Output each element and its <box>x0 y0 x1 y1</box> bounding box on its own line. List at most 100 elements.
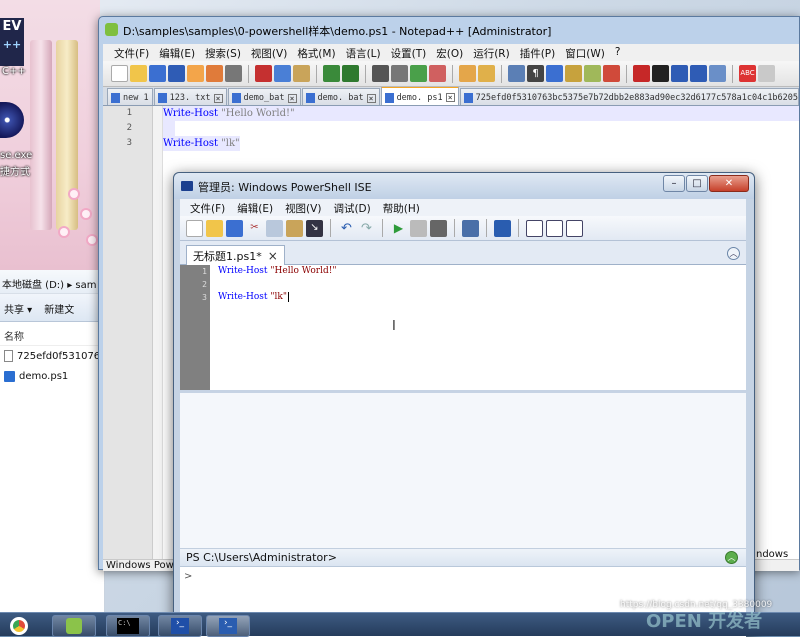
desktop-icon-label[interactable]: se.exe <box>0 150 32 161</box>
share-button[interactable]: 共享 ▾ <box>4 301 32 316</box>
cut-icon[interactable]: ✂ <box>246 220 263 237</box>
layout-top-icon[interactable] <box>526 219 543 237</box>
new-file-icon[interactable] <box>111 65 128 82</box>
menu-debug[interactable]: 调试(D) <box>327 199 376 216</box>
doc-map-icon[interactable] <box>565 65 582 82</box>
taskbar-button-powershell[interactable]: ›_ <box>158 615 202 637</box>
ise-script-pane[interactable]: 1 2 3 Write-Host "Hello World!" Write-Ho… <box>180 265 746 393</box>
show-all-chars-icon[interactable]: ¶ <box>527 65 544 82</box>
new-file-icon[interactable] <box>186 219 203 237</box>
command-input[interactable]: > <box>184 571 192 582</box>
close-icon[interactable]: ✕ <box>709 175 749 192</box>
tab-new-1[interactable]: new 1 <box>107 88 153 105</box>
close-tab-icon[interactable]: × <box>445 93 455 102</box>
column-header-name[interactable]: 名称 <box>0 322 104 346</box>
tab-demo-bat[interactable]: demo_bat × <box>227 88 301 105</box>
devcpp-icon[interactable]: EV ++ <box>0 18 24 66</box>
zoom-out-icon[interactable] <box>429 65 446 82</box>
tab-123-txt[interactable]: 123. txt × <box>153 88 227 105</box>
ise-titlebar[interactable]: 管理员: Windows PowerShell ISE – □ ✕ <box>174 173 754 199</box>
collapse-script-pane-icon[interactable]: ︿ <box>727 247 740 260</box>
menu-search[interactable]: 搜索(S) <box>200 44 246 61</box>
tab-untitled-1[interactable]: 无标题1.ps1* × <box>186 245 285 265</box>
open-folder-icon[interactable] <box>206 219 223 237</box>
taskbar-button-notepadpp[interactable] <box>52 615 96 637</box>
tab-725efd[interactable]: 725efd0f5310763bc5375e7b72dbb2e883ad90ec… <box>459 88 799 105</box>
new-folder-button[interactable]: 新建文 <box>44 301 74 316</box>
menu-edit[interactable]: 编辑(E) <box>231 199 279 216</box>
redo-icon[interactable]: ↷ <box>358 220 375 237</box>
close-file-icon[interactable] <box>187 65 204 82</box>
taskbar-button-cmd[interactable]: C:\ <box>106 615 150 637</box>
open-folder-icon[interactable] <box>130 65 147 82</box>
tab-demo-bat-2[interactable]: demo. bat × <box>301 88 380 105</box>
stop-icon[interactable] <box>430 219 447 237</box>
menu-view[interactable]: 视图(V) <box>246 44 292 61</box>
menu-settings[interactable]: 设置(T) <box>386 44 432 61</box>
zoom-in-icon[interactable] <box>410 65 427 82</box>
taskbar-button-powershell-ise[interactable]: ›_ <box>206 615 250 637</box>
replace-icon[interactable] <box>391 65 408 82</box>
copy-icon[interactable] <box>266 219 283 237</box>
list-item[interactable]: demo.ps1 <box>0 366 104 386</box>
minimize-icon[interactable]: – <box>663 175 685 192</box>
code-area[interactable]: Write-Host "Hello World!" Write-Host "lk… <box>218 265 336 304</box>
find-icon[interactable] <box>372 65 389 82</box>
chrome-icon[interactable] <box>10 617 28 635</box>
indent-guide-icon[interactable] <box>546 65 563 82</box>
sync-horizontal-icon[interactable] <box>478 65 495 82</box>
paste-icon[interactable] <box>286 219 303 237</box>
explorer-address-bar[interactable]: 本地磁盘 (D:) ▸ sam <box>0 270 104 294</box>
record-macro-icon[interactable] <box>633 65 650 82</box>
save-icon[interactable] <box>149 65 166 82</box>
run-macro-multiple-icon[interactable] <box>690 65 707 82</box>
save-all-icon[interactable] <box>168 65 185 82</box>
redo-icon[interactable] <box>342 65 359 82</box>
layout-right-icon[interactable] <box>546 219 563 237</box>
word-wrap-icon[interactable] <box>508 65 525 82</box>
close-tab-icon[interactable]: × <box>287 93 297 103</box>
menu-file[interactable]: 文件(F) <box>109 44 154 61</box>
menu-help[interactable]: ? <box>610 44 626 61</box>
run-selection-icon[interactable] <box>410 219 427 237</box>
code-area[interactable]: Write-Host "Hello World!" Write-Host "lk… <box>163 106 799 151</box>
menu-macro[interactable]: 宏(O) <box>431 44 468 61</box>
tab-demo-ps1[interactable]: demo. ps1 × <box>380 87 459 105</box>
close-tab-icon[interactable]: × <box>268 249 278 263</box>
toolbar-overflow-icon[interactable] <box>758 65 775 82</box>
menu-format[interactable]: 格式(M) <box>292 44 340 61</box>
menu-language[interactable]: 语言(L) <box>341 44 386 61</box>
remote-powershell-icon[interactable] <box>462 219 479 237</box>
ise-output-pane[interactable] <box>180 393 746 549</box>
close-tab-icon[interactable]: × <box>366 93 376 103</box>
cut-icon[interactable] <box>255 65 272 82</box>
expand-command-pane-icon[interactable]: ︿ <box>725 551 738 564</box>
sync-vertical-icon[interactable] <box>459 65 476 82</box>
menu-view[interactable]: 视图(V) <box>279 199 327 216</box>
desktop-icon-label[interactable]: 捷方式 <box>0 163 30 178</box>
print-icon[interactable] <box>225 65 242 82</box>
undo-icon[interactable]: ↶ <box>338 220 355 237</box>
function-list-icon[interactable] <box>584 65 601 82</box>
play-macro-icon[interactable] <box>671 65 688 82</box>
paste-icon[interactable] <box>293 65 310 82</box>
save-macro-icon[interactable] <box>709 65 726 82</box>
maximize-icon[interactable]: □ <box>686 175 708 192</box>
menu-file[interactable]: 文件(F) <box>184 199 231 216</box>
menu-plugins[interactable]: 插件(P) <box>515 44 561 61</box>
copy-icon[interactable] <box>274 65 291 82</box>
start-powershell-icon[interactable] <box>494 219 511 237</box>
folder-workspace-icon[interactable] <box>603 65 620 82</box>
close-all-icon[interactable] <box>206 65 223 82</box>
save-icon[interactable] <box>226 219 243 237</box>
run-script-icon[interactable]: ▶ <box>390 220 407 237</box>
menu-edit[interactable]: 编辑(E) <box>154 44 200 61</box>
menu-run[interactable]: 运行(R) <box>468 44 515 61</box>
notepadpp-titlebar[interactable]: D:\samples\samples\0-powershell样本\demo.p… <box>99 17 799 43</box>
undo-icon[interactable] <box>323 65 340 82</box>
close-tab-icon[interactable]: × <box>213 93 223 103</box>
stop-macro-icon[interactable] <box>652 65 669 82</box>
spell-check-icon[interactable]: ABC <box>739 65 756 82</box>
layout-max-icon[interactable] <box>566 219 583 237</box>
list-item[interactable]: 725efd0f531076 <box>0 346 104 366</box>
